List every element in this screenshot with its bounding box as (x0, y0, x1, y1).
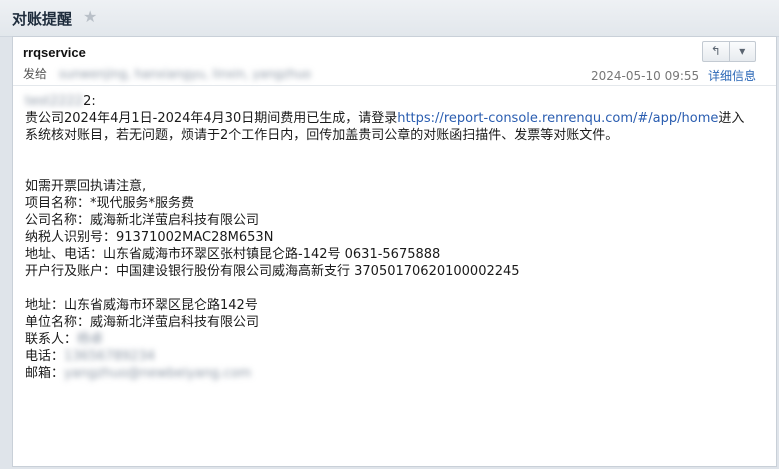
reply-icon[interactable]: ↰ (703, 42, 729, 61)
invoice-line: 项目名称：*现代服务*服务费 (25, 196, 195, 211)
greeting-name: test2222 (25, 94, 84, 109)
address-line: 地址：山东省威海市环翠区昆仑路142号 (25, 298, 258, 313)
subject-bar: 对账提醒 ★ (0, 0, 779, 37)
contact-label: 联系人： (25, 332, 78, 347)
phone-label: 电话： (25, 349, 65, 364)
phone-value: 13656789234 (64, 349, 155, 364)
to-label: 发给 (23, 67, 48, 81)
message-date: 2024-05-10 09:55 (591, 69, 700, 83)
message-meta: 2024-05-10 09:55 详细信息 (591, 67, 756, 84)
message-nav: ↰ ▾ (702, 41, 756, 62)
report-link[interactable]: https://report-console.renrenqu.com/#/ap… (397, 111, 718, 126)
email-label: 邮箱： (25, 366, 65, 381)
contact-value: 杨卓 (77, 332, 104, 347)
phone-line: 电话：13656789234 (25, 348, 750, 365)
star-icon[interactable]: ★ (83, 7, 97, 27)
email-line: 邮箱：yangzhuo@newbeiyang.com (25, 365, 750, 382)
email-value[interactable]: yangzhuo@newbeiyang.com (64, 365, 251, 382)
greeting-suffix: 2: (83, 94, 96, 109)
contact-line: 联系人：杨卓 (25, 331, 750, 348)
page-title: 对账提醒 (12, 10, 73, 28)
chevron-down-icon[interactable]: ▾ (728, 42, 756, 61)
invoice-line: 纳税人识别号：91371002MAC28M653N (25, 230, 274, 245)
recipient-list[interactable]: sunwenjing, hanxiangyu, linxin, yangzhuo (59, 67, 311, 81)
detail-link[interactable]: 详细信息 (708, 69, 756, 83)
sender-name[interactable]: rrqservice (23, 45, 86, 60)
billing-text: 贵公司2024年4月1日-2024年4月30日期间费用已生成，请登录 (25, 111, 398, 126)
invoice-line: 如需开票回执请注意, (25, 179, 147, 194)
recipients-row: 发给 sunwenjing, hanxiangyu, linxin, yangz… (23, 65, 311, 82)
header-divider (13, 85, 776, 86)
mail-panel: rrqservice ↰ ▾ 发给 sunwenjing, hanxiangyu… (12, 36, 777, 467)
invoice-line: 公司名称：威海新北洋萤启科技有限公司 (25, 213, 260, 228)
billing-paragraph: 贵公司2024年4月1日-2024年4月30日期间费用已生成，请登录https:… (25, 110, 750, 144)
unit-line: 单位名称：威海新北洋萤启科技有限公司 (25, 315, 260, 330)
invoice-line: 地址、电话：山东省威海市环翠区张村镇昆仑路-142号 0631-5675888 (25, 247, 441, 262)
invoice-line: 开户行及账户：中国建设银行股份有限公司威海高新支行 37050170620100… (25, 264, 520, 279)
message-body: test22222: 贵公司2024年4月1日-2024年4月30日期间费用已生… (25, 93, 750, 382)
greeting-line: test22222: (25, 93, 750, 110)
